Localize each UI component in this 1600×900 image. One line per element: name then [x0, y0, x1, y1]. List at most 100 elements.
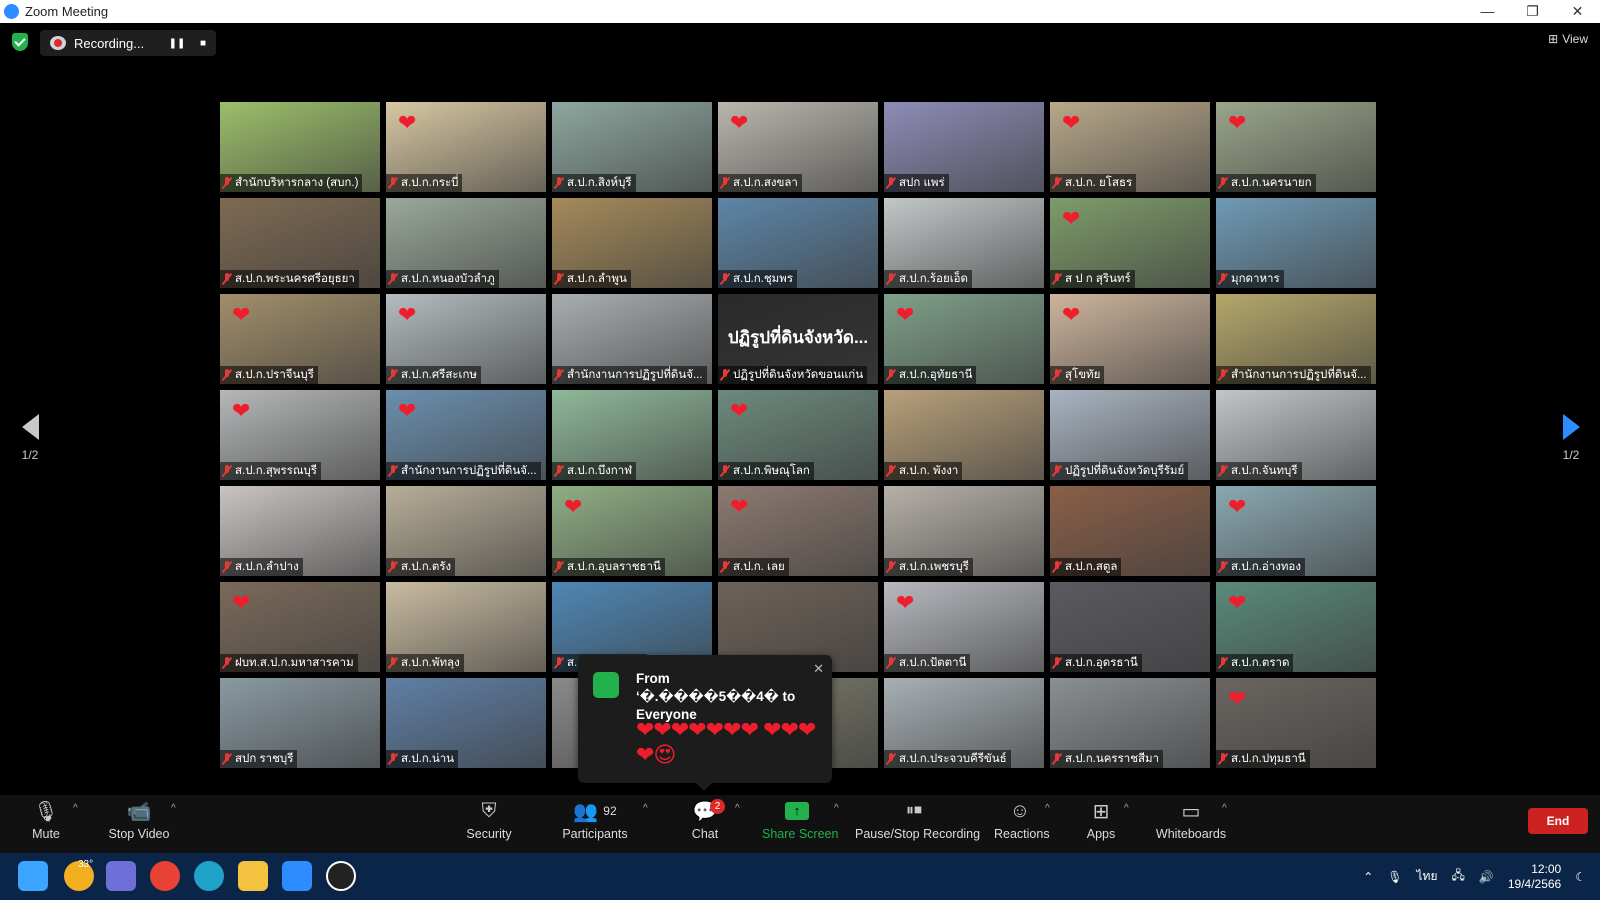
- participant-tile[interactable]: ส.ป.ก.น่าน: [386, 678, 546, 768]
- muted-mic-icon: [720, 561, 730, 573]
- heart-reaction-icon: ❤: [730, 398, 749, 423]
- participant-tile[interactable]: ❤ ส.ป.ก.ปทุมธานี: [1216, 678, 1376, 768]
- participant-tile[interactable]: ❤ ส.ป.ก.อุทัยธานี: [884, 294, 1044, 384]
- participant-tile[interactable]: ❤ ส.ป.ก. ยโสธร: [1050, 102, 1210, 192]
- participant-tile[interactable]: ส.ป.ก.ร้อยเอ็ด: [884, 198, 1044, 288]
- end-meeting-button[interactable]: End: [1528, 808, 1588, 834]
- muted-mic-icon: [886, 657, 896, 669]
- heart-reaction-icon: ❤: [1062, 110, 1081, 135]
- participant-tile[interactable]: ส.ป.ก.ประจวบคีรีขันธ์: [884, 678, 1044, 768]
- participant-tile[interactable]: ❤ ส.ป.ก.ปราจีนบุรี: [220, 294, 380, 384]
- participant-tile[interactable]: ❤ ส.ป.ก.สุพรรณบุรี: [220, 390, 380, 480]
- participant-tile[interactable]: ส.ป.ก.จันทบุรี: [1216, 390, 1376, 480]
- audio-options-caret-icon[interactable]: ^: [73, 803, 78, 814]
- stop-recording-button[interactable]: ■: [190, 38, 216, 49]
- participant-tile[interactable]: ปฏิรูปที่ดินจังหวัดบุรีรัมย์: [1050, 390, 1210, 480]
- arrow-left-icon: [21, 414, 39, 440]
- participant-tile[interactable]: ส.ป.ก.พัทลุง: [386, 582, 546, 672]
- participant-tile[interactable]: ❤ ส.ป.ก.อ่างทอง: [1216, 486, 1376, 576]
- microphone-tray-icon[interactable]: 🎙: [1387, 870, 1402, 884]
- participant-tile[interactable]: สำนักงานการปฏิรูปที่ดินจั...: [552, 294, 712, 384]
- stop-video-button[interactable]: 📹 Stop Video: [104, 795, 174, 853]
- participant-tile[interactable]: ❤ ส.ป.ก.ปัตตานี: [884, 582, 1044, 672]
- chat-options-caret-icon[interactable]: ^: [735, 803, 740, 814]
- security-button[interactable]: ⛨ Security: [464, 795, 514, 853]
- share-screen-button[interactable]: ↑ Share Screen: [762, 795, 838, 853]
- participant-tile[interactable]: มุกดาหาร: [1216, 198, 1376, 288]
- participants-options-caret-icon[interactable]: ^: [643, 803, 648, 814]
- windows-start-icon[interactable]: [18, 861, 48, 891]
- participant-tile[interactable]: ส.ป.ก.นครราชสีมา: [1050, 678, 1210, 768]
- volume-icon[interactable]: 🔊: [1479, 870, 1494, 884]
- whiteboards-button[interactable]: ▭ Whiteboards: [1154, 795, 1228, 853]
- participant-tile[interactable]: ส.ป.ก.หนองบัวลำภู: [386, 198, 546, 288]
- participant-tile[interactable]: ส.ป.ก.สตูล: [1050, 486, 1210, 576]
- muted-mic-icon: [720, 369, 730, 381]
- next-page-nav[interactable]: 1/2: [1556, 414, 1586, 462]
- encryption-shield-icon[interactable]: [12, 33, 28, 51]
- participant-tile[interactable]: ส.ป.ก.สิงห์บุรี: [552, 102, 712, 192]
- microphone-icon: 🎙: [33, 800, 59, 823]
- reactions-button[interactable]: ☺ Reactions: [994, 795, 1050, 853]
- participant-tile[interactable]: ส.ป.ก.บึงกาฬ: [552, 390, 712, 480]
- taskbar-clock[interactable]: 12:00 19/4/2566: [1508, 862, 1561, 892]
- video-options-caret-icon[interactable]: ^: [171, 803, 176, 814]
- participant-tile[interactable]: ❤ ส.ป.ก.พิษณุโลก: [718, 390, 878, 480]
- participant-tile[interactable]: ส.ป.ก. พังงา: [884, 390, 1044, 480]
- participant-tile[interactable]: ❤ ส.ป.ก.กระบี่: [386, 102, 546, 192]
- apps-button[interactable]: ⊞ Apps: [1086, 795, 1116, 853]
- network-icon[interactable]: 🖧: [1452, 866, 1465, 887]
- notifications-icon[interactable]: ☾: [1575, 870, 1586, 884]
- participant-tile[interactable]: ส.ป.ก.ลำพูน: [552, 198, 712, 288]
- participants-button[interactable]: 👥 92 Participants: [560, 795, 630, 853]
- participant-tile[interactable]: ❤ ส.ป.ก. เลย: [718, 486, 878, 576]
- edge-icon[interactable]: [194, 861, 224, 891]
- participant-tile[interactable]: ส.ป.ก.ลำปาง: [220, 486, 380, 576]
- apps-options-caret-icon[interactable]: ^: [1124, 803, 1129, 814]
- chrome-icon[interactable]: [150, 861, 180, 891]
- whiteboards-options-caret-icon[interactable]: ^: [1222, 803, 1227, 814]
- participant-tile[interactable]: ❤ ส ป ก สุรินทร์: [1050, 198, 1210, 288]
- chat-notification-popup[interactable]: From ‘�.����5��4� to Everyone ✕ ❤❤❤❤❤❤❤ …: [578, 655, 832, 791]
- previous-page-nav[interactable]: 1/2: [18, 414, 42, 462]
- participant-tile[interactable]: ❤ ฝบท.ส.ป.ก.มหาสารคาม: [220, 582, 380, 672]
- participant-tile[interactable]: สำนักบริหารกลาง (สบก.): [220, 102, 380, 192]
- participant-name-tag: ส.ป.ก.จันทบุรี: [1216, 462, 1302, 480]
- participant-tile[interactable]: ❤ ส.ป.ก.สงขลา: [718, 102, 878, 192]
- participant-tile[interactable]: ❤ ส.ป.ก.ตราด: [1216, 582, 1376, 672]
- view-button[interactable]: ⊞ View: [1548, 32, 1588, 46]
- participant-tile[interactable]: สปก ราชบุรี: [220, 678, 380, 768]
- mute-button[interactable]: 🎙 Mute: [24, 795, 68, 853]
- participant-tile[interactable]: ส.ป.ก.เพชรบุรี: [884, 486, 1044, 576]
- media-player-icon[interactable]: [326, 861, 356, 891]
- share-options-caret-icon[interactable]: ^: [834, 803, 839, 814]
- participant-tile[interactable]: ส.ป.ก.ตรัง: [386, 486, 546, 576]
- participant-tile[interactable]: สปก แพร่: [884, 102, 1044, 192]
- participant-tile[interactable]: ส.ป.ก.อุดรธานี: [1050, 582, 1210, 672]
- participant-tile[interactable]: ส.ป.ก.พระนครศรีอยุธยา: [220, 198, 380, 288]
- participant-tile[interactable]: สำนักงานการปฏิรูปที่ดินจั...: [1216, 294, 1376, 384]
- maximize-button[interactable]: ❐: [1510, 0, 1555, 23]
- participant-tile[interactable]: ❤ สุโขทัย: [1050, 294, 1210, 384]
- participant-tile[interactable]: ส.ป.ก.ชุมพร: [718, 198, 878, 288]
- zoom-taskbar-icon[interactable]: [282, 861, 312, 891]
- minimize-button[interactable]: —: [1465, 0, 1510, 23]
- teams-chat-icon[interactable]: [106, 861, 136, 891]
- chat-button[interactable]: 💬 2 Chat: [685, 795, 725, 853]
- close-popup-icon[interactable]: ✕: [813, 661, 824, 677]
- file-explorer-icon[interactable]: [238, 861, 268, 891]
- language-indicator[interactable]: ไทย: [1417, 867, 1438, 886]
- muted-mic-icon: [222, 753, 232, 765]
- pause-recording-button[interactable]: ❚❚: [164, 38, 190, 49]
- participant-tile[interactable]: ปฏิรูปที่ดินจังหวัด... ปฏิรูปที่ดินจังหวั…: [718, 294, 878, 384]
- reactions-options-caret-icon[interactable]: ^: [1045, 803, 1050, 814]
- pause-stop-recording-button[interactable]: ⏸⏹ Pause/Stop Recording: [855, 795, 980, 853]
- tray-overflow-icon[interactable]: ⌃: [1363, 870, 1373, 884]
- close-button[interactable]: ✕: [1555, 0, 1600, 23]
- participant-tile[interactable]: ❤ ส.ป.ก.นครนายก: [1216, 102, 1376, 192]
- participant-tile[interactable]: ❤ ส.ป.ก.อุบลราชธานี: [552, 486, 712, 576]
- participant-tile[interactable]: ❤ สำนักงานการปฏิรูปที่ดินจั...: [386, 390, 546, 480]
- grid-view-icon: ⊞: [1548, 32, 1559, 46]
- participant-tile[interactable]: ❤ ส.ป.ก.ศรีสะเกษ: [386, 294, 546, 384]
- participant-name-tag: ส.ป.ก.ลำปาง: [220, 558, 303, 576]
